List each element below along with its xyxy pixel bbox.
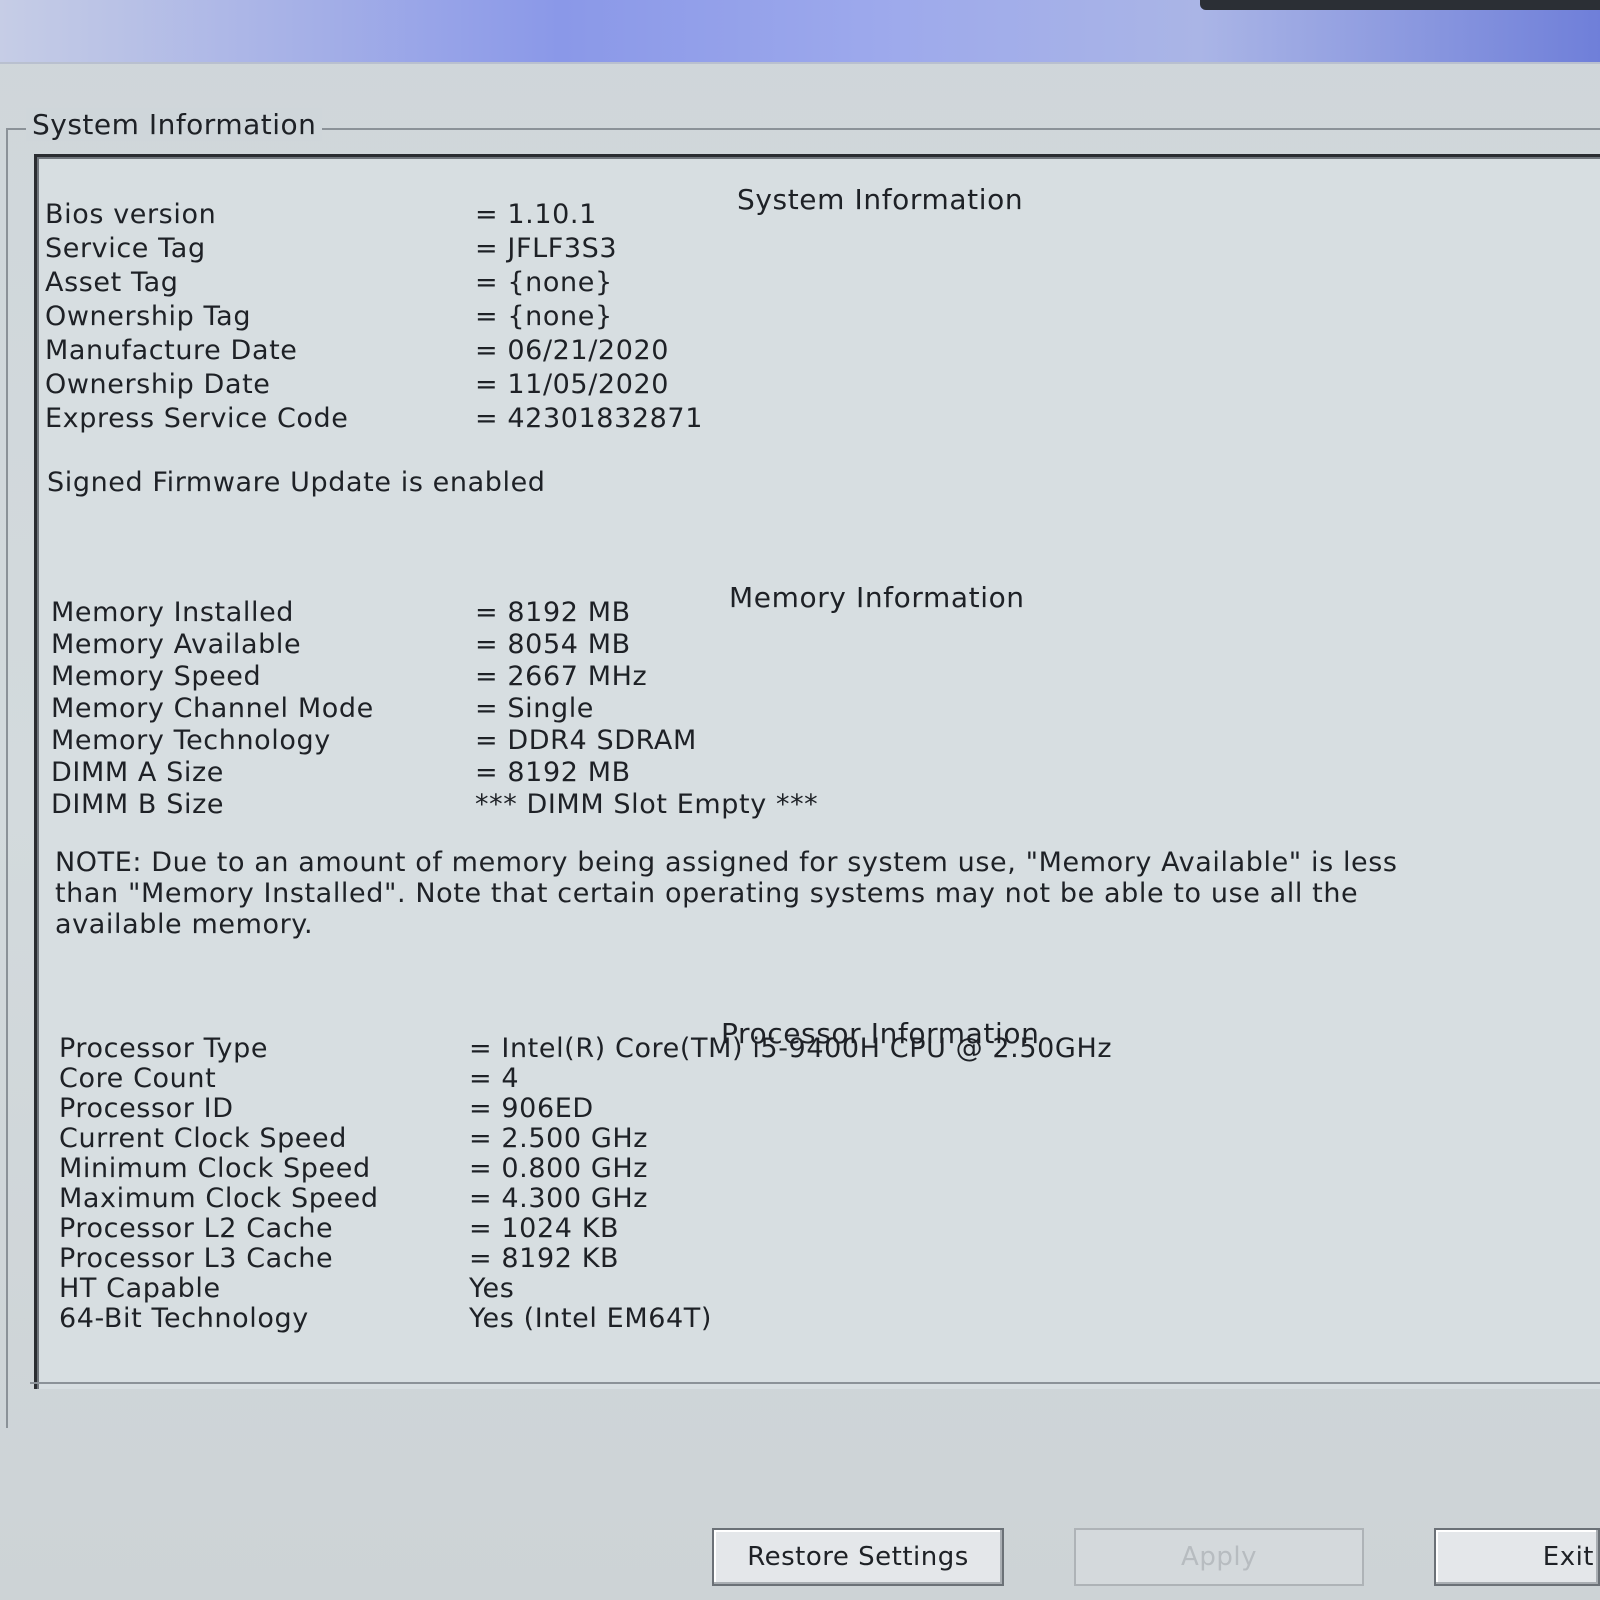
processor-row: Maximum Clock Speed = 4.300 GHz — [59, 1183, 1459, 1215]
firmware-update-status: Signed Firmware Update is enabled — [47, 467, 546, 498]
memory-row-label: DIMM A Size — [51, 757, 225, 788]
processor-row-value: = 1024 KB — [469, 1213, 620, 1244]
processor-row: Current Clock Speed = 2.500 GHz — [59, 1123, 1459, 1155]
processor-row: 64-Bit Technology Yes (Intel EM64T) — [59, 1303, 1459, 1335]
memory-row-value: = 8192 MB — [475, 757, 631, 788]
processor-row-value: Yes — [469, 1273, 515, 1304]
system-row-value: = {none} — [475, 267, 613, 298]
processor-row-value: = 8192 KB — [469, 1243, 620, 1274]
memory-row-label: Memory Channel Mode — [51, 693, 374, 724]
processor-row-value: = 4.300 GHz — [469, 1183, 649, 1214]
processor-row-label: HT Capable — [59, 1273, 221, 1304]
system-row: Asset Tag = {none} — [45, 267, 1445, 299]
system-row: Manufacture Date = 06/21/2020 — [45, 335, 1445, 367]
memory-row: Memory Available = 8054 MB — [51, 629, 1451, 661]
memory-note-line: available memory. — [55, 909, 314, 940]
processor-row-label: 64-Bit Technology — [59, 1303, 309, 1334]
processor-row-label: Processor Type — [59, 1033, 269, 1064]
memory-note-line: than "Memory Installed". Note that certa… — [55, 878, 1359, 909]
system-row-label: Bios version — [45, 199, 217, 230]
memory-row-value: *** DIMM Slot Empty *** — [475, 789, 819, 820]
memory-note-line: NOTE: Due to an amount of memory being a… — [55, 847, 1398, 878]
system-row-label: Ownership Date — [45, 369, 271, 400]
processor-row: Processor ID = 906ED — [59, 1093, 1459, 1125]
system-row-label: Service Tag — [45, 233, 206, 264]
system-row-value: = 11/05/2020 — [475, 369, 670, 400]
memory-row: Memory Speed = 2667 MHz — [51, 661, 1451, 693]
memory-row-value: = 8054 MB — [475, 629, 631, 660]
processor-row-value: = Intel(R) Core(TM) i5-9400H CPU @ 2.50G… — [469, 1033, 1113, 1064]
memory-row: DIMM A Size = 8192 MB — [51, 757, 1451, 789]
memory-note: NOTE: Due to an amount of memory being a… — [55, 847, 1398, 940]
system-row-value: = 06/21/2020 — [475, 335, 670, 366]
system-row-value: = 1.10.1 — [475, 199, 597, 230]
memory-row-value: = 8192 MB — [475, 597, 631, 628]
system-row: Ownership Tag = {none} — [45, 301, 1445, 333]
memory-row: DIMM B Size *** DIMM Slot Empty *** — [51, 789, 1451, 821]
processor-row-label: Processor ID — [59, 1093, 234, 1124]
memory-row-label: Memory Technology — [51, 725, 331, 756]
system-row: Bios version = 1.10.1 — [45, 199, 1445, 231]
memory-row-label: Memory Speed — [51, 661, 262, 692]
memory-row: Memory Channel Mode = Single — [51, 693, 1451, 725]
processor-row-label: Core Count — [59, 1063, 217, 1094]
processor-row: Core Count = 4 — [59, 1063, 1459, 1095]
processor-row-value: = 906ED — [469, 1093, 594, 1124]
processor-row-label: Current Clock Speed — [59, 1123, 347, 1154]
memory-row: Memory Installed = 8192 MB — [51, 597, 1451, 629]
system-row-label: Manufacture Date — [45, 335, 298, 366]
system-row-value: = JFLF3S3 — [475, 233, 618, 264]
memory-row-label: Memory Available — [51, 629, 302, 660]
system-row-value: = {none} — [475, 301, 613, 332]
apply-button[interactable]: Apply — [1074, 1528, 1364, 1586]
memory-row-value: = DDR4 SDRAM — [475, 725, 697, 756]
info-panel: System Information Bios version = 1.10.1… — [34, 154, 1600, 1389]
memory-row-value: = 2667 MHz — [475, 661, 648, 692]
system-row-value: = 42301832871 — [475, 403, 703, 434]
processor-row: Processor L2 Cache = 1024 KB — [59, 1213, 1459, 1245]
bios-screen: System Information System Information Bi… — [0, 0, 1600, 1600]
memory-row-label: Memory Installed — [51, 597, 295, 628]
processor-row-value: = 0.800 GHz — [469, 1153, 649, 1184]
system-row-label: Express Service Code — [45, 403, 349, 434]
group-box-bottom-rule — [30, 1382, 1600, 1384]
processor-row: Processor Type = Intel(R) Core(TM) i5-94… — [59, 1033, 1459, 1065]
system-row: Service Tag = JFLF3S3 — [45, 233, 1445, 265]
memory-row-label: DIMM B Size — [51, 789, 225, 820]
system-row: Ownership Date = 11/05/2020 — [45, 369, 1445, 401]
system-row: Express Service Code = 42301832871 — [45, 403, 1445, 435]
processor-row: HT Capable Yes — [59, 1273, 1459, 1305]
processor-row-value: = 4 — [469, 1063, 520, 1094]
system-row-label: Asset Tag — [45, 267, 179, 298]
processor-row-label: Minimum Clock Speed — [59, 1153, 371, 1184]
processor-row: Minimum Clock Speed = 0.800 GHz — [59, 1153, 1459, 1185]
system-row-label: Ownership Tag — [45, 301, 252, 332]
processor-row: Processor L3 Cache = 8192 KB — [59, 1243, 1459, 1275]
processor-row-label: Maximum Clock Speed — [59, 1183, 379, 1214]
restore-settings-button[interactable]: Restore Settings — [712, 1528, 1004, 1586]
window-title-bar — [0, 0, 1600, 64]
processor-row-label: Processor L2 Cache — [59, 1213, 334, 1244]
group-title: System Information — [26, 108, 323, 141]
processor-row-label: Processor L3 Cache — [59, 1243, 334, 1274]
memory-row: Memory Technology = DDR4 SDRAM — [51, 725, 1451, 757]
processor-row-value: Yes (Intel EM64T) — [469, 1303, 712, 1334]
memory-row-value: = Single — [475, 693, 595, 724]
exit-button[interactable]: Exit — [1434, 1528, 1600, 1586]
processor-row-value: = 2.500 GHz — [469, 1123, 649, 1154]
